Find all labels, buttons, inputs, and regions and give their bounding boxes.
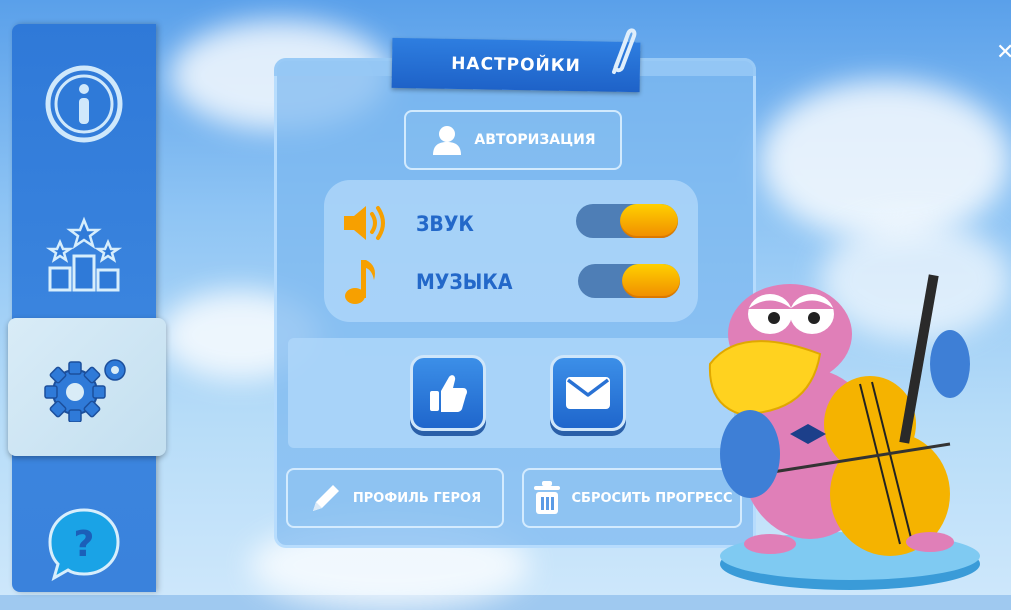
authorization-button[interactable]: АВТОРИЗАЦИЯ [404,110,622,170]
social-box [288,338,734,448]
music-note-icon [345,260,375,304]
audio-settings-box [324,180,698,322]
hero-profile-button[interactable]: ПРОФИЛЬ ГЕРОЯ [286,468,504,528]
like-button[interactable] [410,355,486,431]
music-toggle-knob [622,264,680,298]
hero-profile-label: ПРОФИЛЬ ГЕРОЯ [352,490,482,506]
help-icon: ? [48,508,120,582]
info-icon [45,65,123,143]
svg-text:?: ? [74,524,95,565]
mail-button[interactable] [550,355,626,431]
music-toggle[interactable] [578,264,680,298]
sidebar-item-leaderboard[interactable] [12,194,156,314]
speaker-icon [344,206,385,240]
sound-toggle[interactable] [576,204,678,238]
cloud [760,80,1010,240]
sidebar: ? [12,24,156,592]
music-label: МУЗЫКА [416,270,513,294]
sound-label: ЗВУК [416,212,474,236]
gear-icon [44,359,126,422]
leaderboard-icon [45,216,123,292]
sidebar-item-info[interactable] [12,44,156,164]
close-icon[interactable]: ✕ [996,40,1011,65]
user-icon [433,126,462,155]
authorization-label: АВТОРИЗАЦИЯ [474,132,596,148]
sidebar-item-help[interactable]: ? [12,484,156,604]
thumbs-up-icon [430,375,467,412]
sound-toggle-knob [620,204,678,238]
trash-icon [533,481,560,514]
paperclip-icon [612,28,637,74]
sidebar-item-settings[interactable] [8,318,166,456]
cellist-bird-character [708,274,980,590]
settings-title: НАСТРОЙКИ [450,53,582,77]
pencil-icon [312,485,339,511]
mail-icon [566,377,610,409]
